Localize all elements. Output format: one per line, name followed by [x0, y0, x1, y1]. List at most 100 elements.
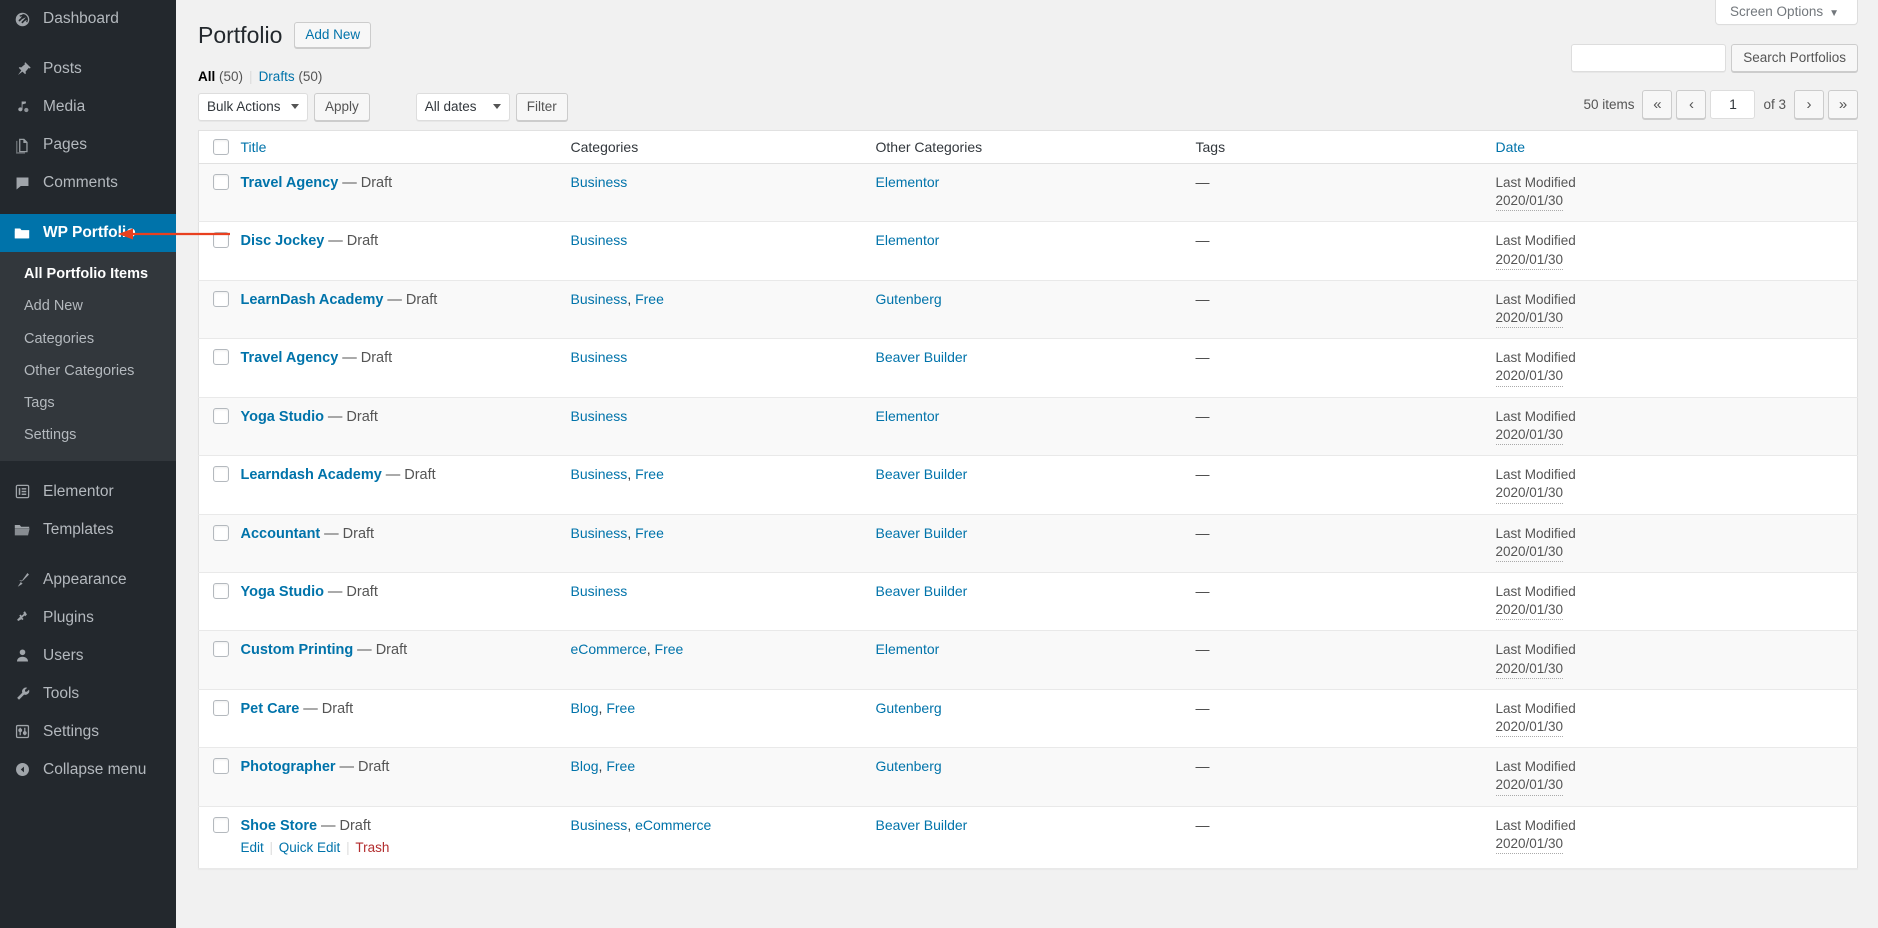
- other-category-link[interactable]: Beaver Builder: [876, 349, 968, 365]
- submenu-item-add-new[interactable]: Add New: [0, 290, 176, 322]
- apply-button[interactable]: Apply: [314, 92, 370, 121]
- row-title-link[interactable]: Custom Printing: [241, 642, 354, 658]
- column-header-date[interactable]: Date: [1495, 130, 1858, 164]
- category-link[interactable]: Business: [571, 525, 628, 541]
- submenu-item-settings[interactable]: Settings: [0, 419, 176, 451]
- row-title-link[interactable]: Learndash Academy: [241, 467, 382, 483]
- other-category-link[interactable]: Elementor: [876, 174, 940, 190]
- other-category-link[interactable]: Elementor: [876, 232, 940, 248]
- pagination-prev-button[interactable]: ‹: [1676, 89, 1707, 119]
- category-link[interactable]: eCommerce: [635, 817, 711, 833]
- table-row[interactable]: Yoga Studio — Draft Business Elementor — Las…: [198, 397, 1858, 457]
- bulk-actions-select[interactable]: Bulk Actions: [198, 92, 308, 121]
- sidebar-item-pages[interactable]: Pages: [0, 126, 176, 164]
- filter-all[interactable]: All (50): [198, 69, 243, 84]
- table-row[interactable]: Accountant — Draft Business, Free Beaver B…: [198, 514, 1858, 573]
- sidebar-item-users[interactable]: Users: [0, 637, 176, 675]
- other-category-link[interactable]: Beaver Builder: [876, 466, 968, 482]
- column-header-date-link[interactable]: Date: [1496, 139, 1526, 155]
- row-action-edit[interactable]: Edit: [241, 840, 264, 855]
- row-checkbox[interactable]: [213, 524, 229, 541]
- submenu-item-tags[interactable]: Tags: [0, 387, 176, 419]
- category-link[interactable]: Business: [571, 817, 628, 833]
- row-title-link[interactable]: LearnDash Academy: [241, 292, 384, 308]
- table-row[interactable]: Learndash Academy — Draft Business, Free B…: [198, 455, 1858, 515]
- table-row[interactable]: Travel Agency — Draft Business Beaver Buil…: [198, 338, 1858, 398]
- row-title-link[interactable]: Accountant: [241, 526, 321, 542]
- table-row[interactable]: Yoga Studio — Draft Business Beaver Builde…: [198, 572, 1858, 632]
- row-checkbox[interactable]: [213, 173, 229, 190]
- sidebar-item-comments[interactable]: Comments: [0, 164, 176, 202]
- category-link[interactable]: Blog: [571, 700, 599, 716]
- row-checkbox[interactable]: [213, 816, 229, 833]
- other-category-link[interactable]: Beaver Builder: [876, 525, 968, 541]
- sidebar-item-templates[interactable]: Templates: [0, 511, 176, 549]
- pagination-last-button[interactable]: »: [1828, 89, 1858, 119]
- category-link[interactable]: Business: [571, 408, 628, 424]
- select-all-checkbox[interactable]: [213, 138, 229, 155]
- row-checkbox[interactable]: [213, 582, 229, 599]
- category-link[interactable]: Business: [571, 291, 628, 307]
- row-checkbox[interactable]: [213, 349, 229, 366]
- category-link[interactable]: Blog: [571, 758, 599, 774]
- table-row[interactable]: Travel Agency — Draft Business Elementor — L…: [198, 163, 1858, 223]
- filter-button[interactable]: Filter: [515, 92, 568, 121]
- row-checkbox[interactable]: [213, 699, 229, 716]
- submenu-item-all-portfolio-items[interactable]: All Portfolio Items: [0, 258, 176, 290]
- other-category-link[interactable]: Elementor: [876, 408, 940, 424]
- sidebar-item-elementor[interactable]: Elementor: [0, 473, 176, 511]
- category-link[interactable]: Business: [571, 349, 628, 365]
- sidebar-item-settings[interactable]: Settings: [0, 713, 176, 751]
- table-row[interactable]: LearnDash Academy — Draft Business, Free G…: [198, 280, 1858, 340]
- category-link[interactable]: Business: [571, 174, 628, 190]
- column-header-title-link[interactable]: Title: [241, 139, 267, 155]
- table-row[interactable]: Photographer — Draft Blog, Free Gutenberg —…: [198, 747, 1858, 807]
- row-action-quick-edit[interactable]: Quick Edit: [279, 840, 341, 855]
- row-action-trash[interactable]: Trash: [355, 840, 389, 855]
- other-category-link[interactable]: Gutenberg: [876, 291, 942, 307]
- row-title-link[interactable]: Shoe Store: [241, 818, 318, 834]
- submenu-item-categories[interactable]: Categories: [0, 323, 176, 355]
- search-submit-button[interactable]: Search Portfolios: [1731, 43, 1858, 72]
- sidebar-item-dashboard[interactable]: Dashboard: [0, 0, 176, 38]
- column-header-title[interactable]: Title: [240, 130, 571, 164]
- category-link[interactable]: Free: [655, 641, 684, 657]
- add-new-button[interactable]: Add New: [294, 22, 372, 49]
- sidebar-item-collapse-menu[interactable]: Collapse menu: [0, 751, 176, 789]
- sidebar-item-media[interactable]: Media: [0, 88, 176, 126]
- row-checkbox[interactable]: [213, 232, 229, 249]
- row-checkbox[interactable]: [213, 641, 229, 658]
- row-title-link[interactable]: Pet Care: [241, 701, 300, 717]
- filter-drafts-link[interactable]: Drafts: [259, 69, 295, 84]
- row-title-link[interactable]: Yoga Studio: [241, 584, 325, 600]
- search-input[interactable]: [1571, 43, 1727, 72]
- sidebar-item-plugins[interactable]: Plugins: [0, 599, 176, 637]
- row-checkbox[interactable]: [213, 290, 229, 307]
- row-title-link[interactable]: Travel Agency: [241, 350, 339, 366]
- sidebar-item-tools[interactable]: Tools: [0, 675, 176, 713]
- sidebar-item-appearance[interactable]: Appearance: [0, 561, 176, 599]
- filter-all-link[interactable]: All: [198, 69, 215, 84]
- category-link[interactable]: Free: [635, 291, 664, 307]
- category-link[interactable]: Business: [571, 583, 628, 599]
- pagination-current-page-input[interactable]: [1710, 89, 1756, 119]
- category-link[interactable]: Free: [606, 700, 635, 716]
- row-checkbox[interactable]: [213, 758, 229, 775]
- category-link[interactable]: Free: [606, 758, 635, 774]
- date-filter-select[interactable]: All dates: [415, 92, 510, 121]
- category-link[interactable]: Business: [571, 232, 628, 248]
- row-title-link[interactable]: Disc Jockey: [241, 233, 325, 249]
- row-checkbox[interactable]: [213, 407, 229, 424]
- category-link[interactable]: Free: [635, 525, 664, 541]
- pagination-first-button[interactable]: «: [1642, 89, 1673, 119]
- category-link[interactable]: eCommerce: [571, 641, 647, 657]
- filter-drafts[interactable]: Drafts (50): [259, 69, 323, 84]
- table-row[interactable]: Custom Printing — Draft eCommerce, Free El…: [198, 630, 1858, 690]
- row-title-link[interactable]: Yoga Studio: [241, 409, 325, 425]
- row-checkbox[interactable]: [213, 466, 229, 483]
- table-row[interactable]: Disc Jockey — Draft Business Elementor — Las…: [198, 221, 1858, 281]
- submenu-item-other-categories[interactable]: Other Categories: [0, 355, 176, 387]
- other-category-link[interactable]: Beaver Builder: [876, 817, 968, 833]
- other-category-link[interactable]: Gutenberg: [876, 700, 942, 716]
- category-link[interactable]: Business: [571, 466, 628, 482]
